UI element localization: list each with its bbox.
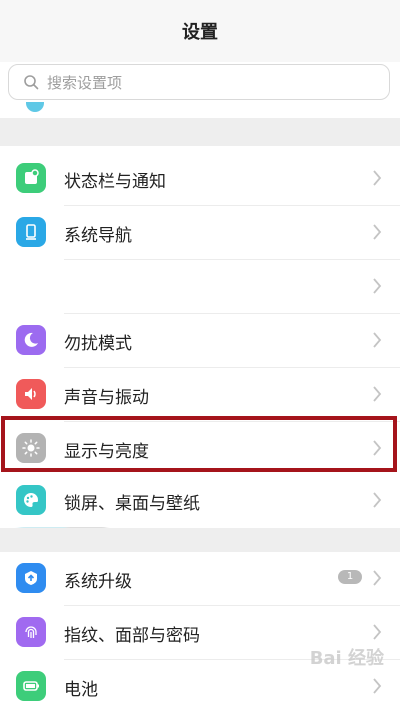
settings-item-system-update[interactable]: 系统升级 1 (0, 552, 400, 605)
chevron-right-icon (373, 224, 382, 240)
search-input[interactable]: 搜索设置项 (8, 64, 390, 100)
navigation-icon (16, 217, 46, 247)
page-title: 设置 (182, 22, 218, 43)
chevron-right-icon (373, 170, 382, 186)
sun-icon (16, 433, 46, 463)
settings-item-label: 声音与振动 (64, 388, 149, 408)
settings-item-label: 系统升级 (64, 572, 132, 592)
chevron-right-icon (373, 624, 382, 640)
settings-item-label: 勿扰模式 (64, 334, 132, 354)
moon-icon (16, 325, 46, 355)
partial-icon (26, 102, 44, 112)
settings-item-label: 系统导航 (64, 226, 132, 246)
search-icon (24, 75, 39, 90)
header: 设置 (0, 0, 400, 62)
search-placeholder: 搜索设置项 (47, 73, 123, 92)
settings-item-label: 电池 (64, 680, 98, 700)
fingerprint-icon (16, 617, 46, 647)
section-gap (0, 528, 400, 552)
settings-item-blurred[interactable] (0, 260, 400, 552)
settings-item-label: 指纹、面部与密码 (64, 626, 200, 646)
chevron-right-icon (373, 278, 382, 294)
update-icon (16, 563, 46, 593)
notification-bar-icon (16, 163, 46, 193)
settings-item-display-brightness[interactable]: 显示与亮度 (0, 422, 400, 475)
settings-item-sound[interactable]: 声音与振动 (0, 368, 400, 421)
settings-item-status-bar[interactable]: 状态栏与通知 (0, 152, 400, 205)
chevron-right-icon (373, 440, 382, 456)
battery-icon (16, 671, 46, 701)
palette-icon (16, 485, 46, 515)
settings-item-label: 显示与亮度 (64, 442, 149, 462)
chevron-right-icon (373, 570, 382, 586)
chevron-right-icon (373, 332, 382, 348)
section-gap (0, 118, 400, 146)
settings-item-do-not-disturb[interactable]: 勿扰模式 (0, 314, 400, 367)
chevron-right-icon (373, 678, 382, 694)
settings-item-label: 锁屏、桌面与壁纸 (64, 494, 200, 514)
settings-item-navigation[interactable]: 系统导航 (0, 206, 400, 259)
settings-item-lockscreen-wallpaper[interactable]: 锁屏、桌面与壁纸 (0, 474, 400, 527)
chevron-right-icon (373, 492, 382, 508)
chevron-right-icon (373, 386, 382, 402)
watermark-logo: Bai 经验 (309, 648, 384, 669)
settings-item-label: 状态栏与通知 (64, 172, 166, 192)
update-count-badge: 1 (338, 570, 362, 584)
speaker-icon (16, 379, 46, 409)
